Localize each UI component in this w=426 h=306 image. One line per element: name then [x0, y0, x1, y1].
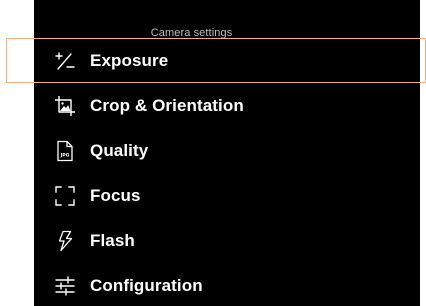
menu-item-focus[interactable]: Focus: [34, 173, 420, 218]
crop-image-icon: [54, 95, 76, 117]
menu-item-label: Flash: [90, 230, 135, 250]
svg-text:JPG: JPG: [60, 152, 70, 158]
sliders-icon: [54, 275, 76, 297]
menu-item-label: Exposure: [90, 50, 169, 70]
camera-settings-panel: Camera settings Exposure Crop & Orientat…: [34, 0, 420, 306]
jpg-file-icon: JPG: [54, 140, 76, 162]
menu-item-crop-orientation[interactable]: Crop & Orientation: [34, 83, 420, 128]
menu-item-exposure[interactable]: Exposure: [34, 38, 420, 83]
flash-bolt-icon: [54, 230, 76, 252]
menu-item-quality[interactable]: JPG Quality: [34, 128, 420, 173]
menu-item-configuration[interactable]: Configuration: [34, 263, 420, 306]
screen: Camera settings Exposure Crop & Orientat…: [0, 0, 426, 306]
menu-item-label: Crop & Orientation: [90, 95, 244, 115]
menu-item-label: Focus: [90, 185, 141, 205]
menu-item-flash[interactable]: Flash: [34, 218, 420, 263]
exposure-plus-minus-icon: [54, 50, 76, 72]
settings-menu: Exposure Crop & Orientation JPG Quality …: [34, 38, 420, 306]
menu-item-label: Quality: [90, 140, 149, 160]
menu-item-label: Configuration: [90, 275, 203, 295]
focus-brackets-icon: [54, 185, 76, 207]
